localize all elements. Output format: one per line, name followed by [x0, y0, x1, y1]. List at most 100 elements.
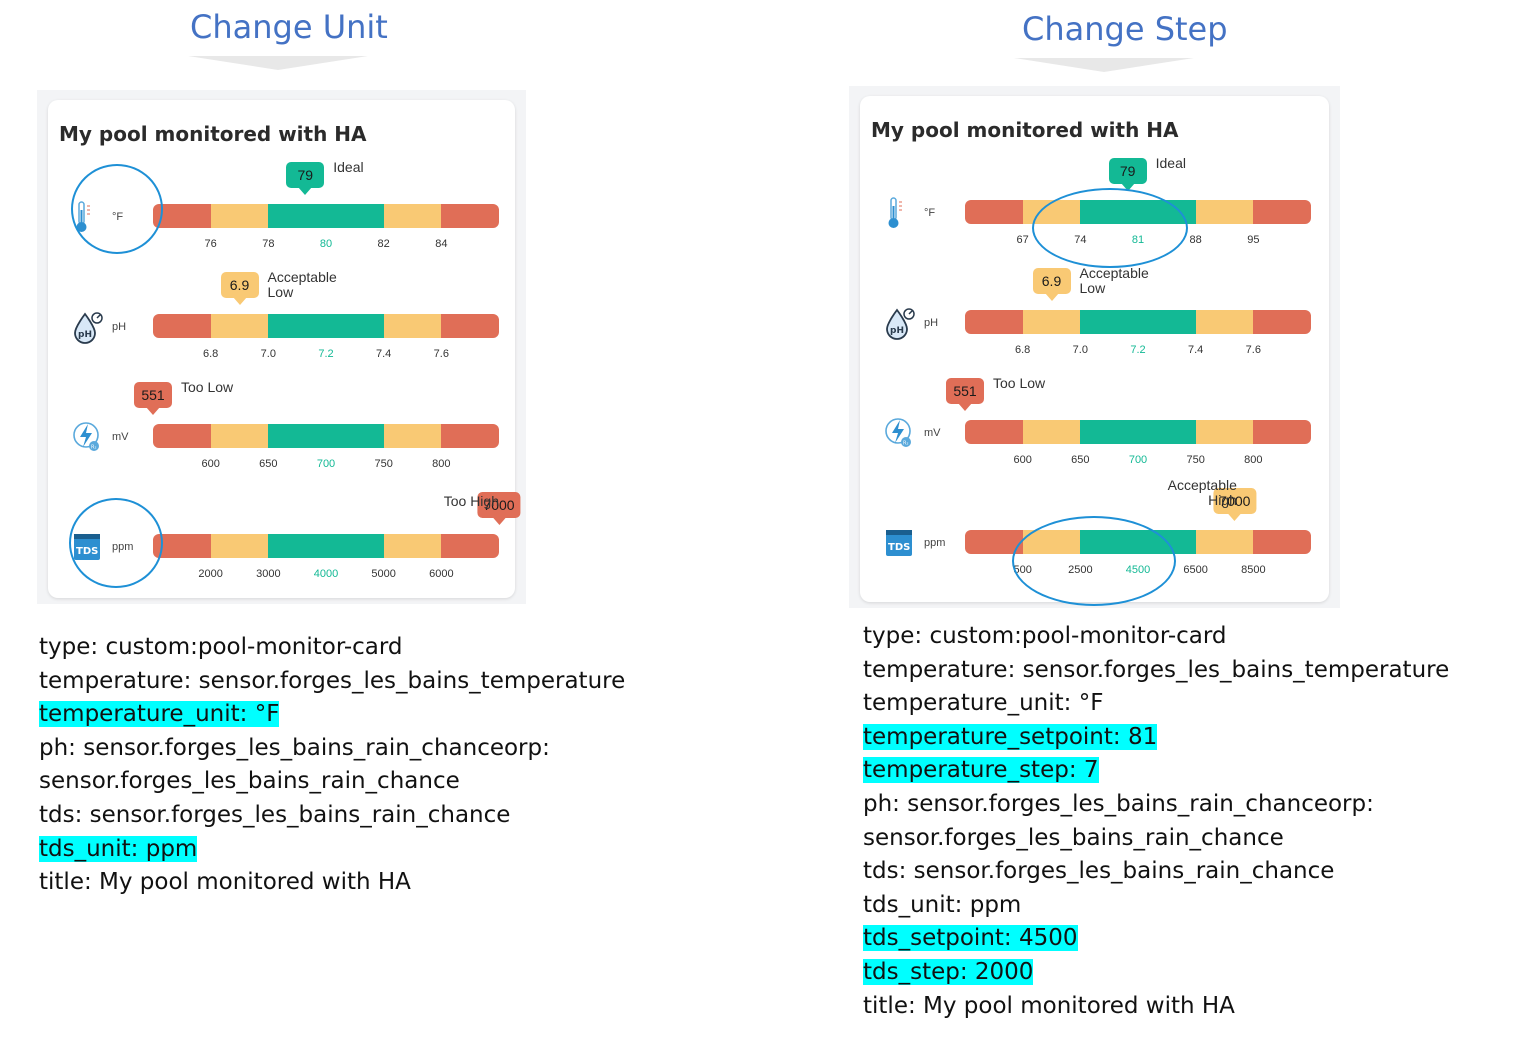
state-label: Too High: [444, 494, 499, 509]
state-line: Acceptable: [1167, 477, 1237, 493]
range-bar: [965, 420, 1311, 444]
range-segment-red: [965, 310, 1023, 334]
range-segment-red: [1253, 310, 1311, 334]
unit-label: °F: [924, 207, 936, 219]
state-line: High: [1208, 492, 1237, 508]
tick-label: 7.4: [376, 348, 392, 360]
sensor-row: pH pH 6.8 7.0 7.2 7.4 7.6 6.9 Acceptable Low: [48, 270, 515, 378]
value-badge: 551: [946, 378, 984, 411]
range-segment-red: [1253, 530, 1311, 554]
svg-text:R₂: R₂: [91, 445, 96, 451]
range-segment-red: [153, 424, 211, 448]
sensor-row: R₂ mV 600 650 700 750 800 551 Too Low: [860, 376, 1329, 484]
sensor-row: pH pH 6.8 7.0 7.2 7.4 7.6 6.9 Acceptable Low: [860, 266, 1329, 374]
range-segment-green: [268, 204, 384, 228]
svg-text:pH: pH: [78, 330, 92, 340]
panel-heading: Change Unit: [190, 8, 388, 46]
yaml-line: tds_setpoint: 4500: [863, 925, 1078, 952]
range-segment-red: [441, 314, 499, 338]
unit-highlight-ring: [69, 498, 163, 588]
yaml-line: temperature_step: 7: [863, 757, 1099, 784]
range-segment-yellow: [210, 534, 269, 558]
tick-label: 88: [1189, 234, 1202, 246]
yaml-config: type: custom:pool-monitor-card temperatur…: [39, 631, 625, 900]
tick-label: 7.0: [260, 348, 276, 360]
tick-label: 7.6: [1245, 344, 1261, 356]
range-segment-yellow: [210, 314, 269, 338]
tick-label: 2000: [198, 568, 223, 580]
yaml-line: temperature_unit: °F: [39, 701, 280, 728]
state-line: Acceptable: [1079, 265, 1149, 281]
range-segment-yellow: [383, 204, 442, 228]
range-segment-green: [1080, 310, 1196, 334]
panel-heading: Change Step: [1022, 10, 1228, 48]
value-badge: 551: [134, 382, 172, 415]
state-label: Ideal: [333, 160, 363, 175]
value-badge: 79: [1108, 158, 1147, 191]
state-label: Acceptable High: [1168, 478, 1237, 508]
yaml-line: type: custom:pool-monitor-card: [863, 623, 1227, 649]
yaml-line: title: My pool monitored with HA: [39, 869, 411, 896]
range-segment-yellow: [1195, 530, 1254, 554]
unit-label: ppm: [924, 537, 946, 549]
ph-drop-icon: pH: [884, 306, 916, 340]
range-segment-red: [965, 420, 1023, 444]
state-line: Too Low: [993, 375, 1046, 391]
yaml-config: type: custom:pool-monitor-card temperatur…: [863, 620, 1449, 1023]
yaml-line: sensor.forges_les_bains_rain_chance: [863, 824, 1284, 851]
yaml-line: ph: sensor.forges_les_bains_rain_chanceo…: [39, 734, 550, 761]
tick-label: 95: [1247, 234, 1260, 246]
yaml-line: temperature: sensor.forges_les_bains_tem…: [863, 656, 1450, 683]
state-label: Ideal: [1156, 156, 1186, 171]
svg-text:TDS: TDS: [888, 542, 910, 553]
range-segment-yellow: [1022, 420, 1081, 444]
state-line: Acceptable: [267, 269, 337, 285]
card-title: My pool monitored with HA: [871, 118, 1179, 142]
state-line: Too High: [443, 493, 499, 509]
state-line: Too Low: [181, 379, 234, 395]
setpoint-tick-label: 7.2: [1130, 344, 1146, 356]
range-segment-red: [1253, 200, 1311, 224]
tick-label: 6000: [429, 568, 454, 580]
change-step-panel: Change Step My pool monitored with HA °F…: [824, 0, 1513, 1043]
range-segment-green: [268, 534, 384, 558]
step-highlight-ring: [1012, 516, 1176, 606]
tick-label: 82: [377, 238, 390, 250]
yaml-line: temperature_setpoint: 81: [863, 723, 1158, 750]
unit-highlight-ring: [71, 164, 163, 254]
state-line: Ideal: [333, 159, 364, 175]
card-title: My pool monitored with HA: [59, 122, 367, 146]
range-segment-yellow: [383, 424, 442, 448]
tick-label: 750: [1186, 454, 1205, 466]
tick-label: 3000: [256, 568, 281, 580]
yaml-line: sensor.forges_les_bains_rain_chance: [39, 768, 460, 795]
step-highlight-ring: [1032, 188, 1188, 268]
value-badge: 6.9: [220, 272, 259, 305]
tick-label: 7.6: [433, 348, 449, 360]
tick-label: 6500: [1183, 564, 1208, 576]
yaml-line: temperature_unit: °F: [863, 690, 1104, 717]
state-label: Too Low: [993, 376, 1045, 391]
setpoint-tick-label: 80: [319, 238, 333, 250]
yaml-line: tds_unit: ppm: [863, 891, 1022, 918]
tick-label: 7.0: [1072, 344, 1088, 356]
yaml-line: tds_step: 2000: [863, 958, 1034, 985]
tick-label: 84: [435, 238, 448, 250]
range-segment-yellow: [383, 314, 442, 338]
yaml-line: type: custom:pool-monitor-card: [39, 634, 403, 660]
tick-label: 5000: [371, 568, 396, 580]
range-bar: [153, 204, 499, 228]
sensor-row: R₂ mV 600 650 700 750 800 551 Too Low: [48, 380, 515, 488]
state-label: Too Low: [181, 380, 233, 395]
svg-text:R₂: R₂: [903, 441, 908, 447]
state-label: Acceptable Low: [268, 270, 337, 300]
yaml-line: temperature: sensor.forges_les_bains_tem…: [39, 667, 626, 694]
value-badge: 79: [286, 162, 325, 195]
tick-label: 78: [262, 238, 275, 250]
range-segment-green: [268, 424, 384, 448]
range-bar: [153, 314, 499, 338]
state-line: Low: [1079, 280, 1106, 296]
range-segment-red: [1253, 420, 1311, 444]
tick-label: 8500: [1241, 564, 1266, 576]
range-segment-yellow: [1022, 310, 1081, 334]
